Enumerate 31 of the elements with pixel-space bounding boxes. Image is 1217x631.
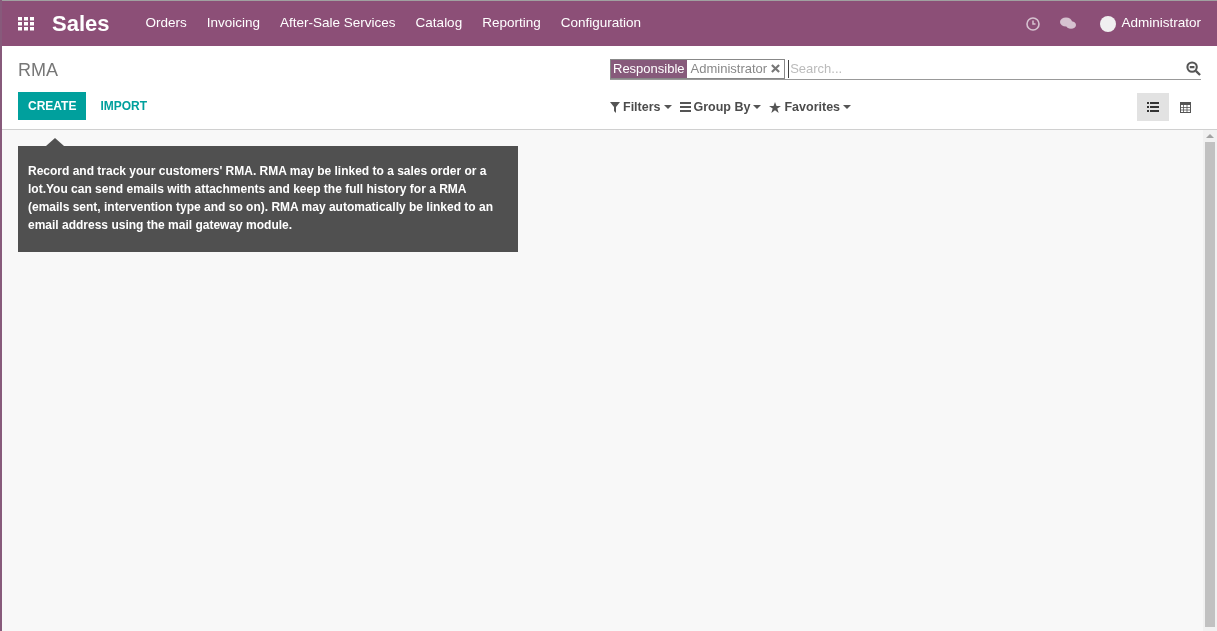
facet-value: Administrator xyxy=(689,59,769,78)
list-icon xyxy=(679,102,691,112)
star-icon xyxy=(769,101,782,113)
scrollbar[interactable] xyxy=(1203,130,1217,631)
search-icon[interactable] xyxy=(1186,61,1201,76)
list-view-icon xyxy=(1147,102,1159,112)
menu-item[interactable]: Configuration xyxy=(560,13,641,34)
search-option-dropdown[interactable]: Group By xyxy=(679,97,762,117)
apps-menu-icon[interactable] xyxy=(18,16,34,31)
menu-item[interactable]: Orders xyxy=(145,13,187,34)
clock-icon[interactable] xyxy=(1026,16,1041,31)
help-text: Record and track your customers' RMA. RMA may be linked to a sales order or a lot.You can send emails with attachments and keep the full history for a RMA (emails sent, intervention type and so on). RMA may automatically be linked to an email address using the mail gateway module. xyxy=(28,163,494,234)
breadcrumb: RMA xyxy=(18,59,59,82)
filter-icon xyxy=(610,101,620,113)
search-option-dropdown[interactable]: Filters xyxy=(610,97,672,117)
facet-label: Responsible xyxy=(611,59,687,78)
app-title: Sales xyxy=(52,10,110,38)
avatar-icon[interactable] xyxy=(1100,15,1117,32)
create-button[interactable]: CREATE xyxy=(18,92,87,120)
menu-item[interactable]: Catalog xyxy=(415,13,463,34)
import-button[interactable]: IMPORT xyxy=(86,92,162,120)
search-input[interactable]: Search... xyxy=(788,59,1186,78)
remove-facet-icon[interactable] xyxy=(771,64,781,73)
chat-icon[interactable] xyxy=(1060,17,1077,30)
list-view-button[interactable] xyxy=(1137,93,1169,121)
user-menu[interactable]: Administrator xyxy=(1121,13,1201,34)
menu-item[interactable]: After-Sale Services xyxy=(280,13,396,34)
calendar-icon xyxy=(1179,101,1191,113)
menu-item[interactable]: Invoicing xyxy=(206,13,261,34)
menu-item[interactable]: Reporting xyxy=(482,13,541,34)
search-option-dropdown[interactable]: Favorites xyxy=(769,97,852,117)
